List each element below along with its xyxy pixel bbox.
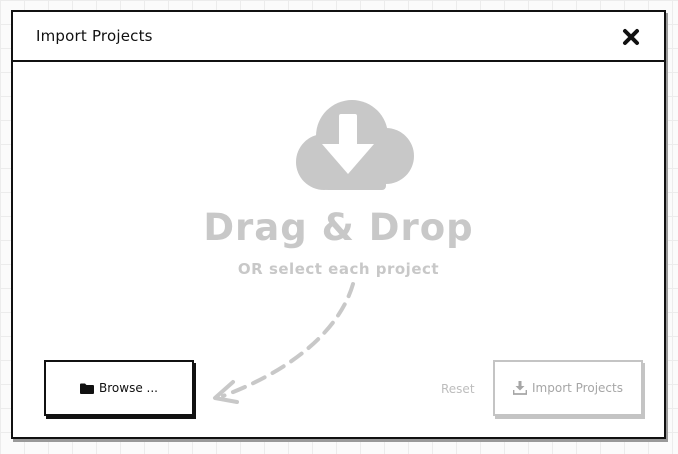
browse-button-label: Browse ...: [99, 381, 158, 395]
import-projects-dialog: Import Projects Drag & Drop OR select ea…: [11, 10, 666, 439]
dropzone-title: Drag & Drop: [203, 206, 474, 249]
dialog-header: Import Projects: [13, 12, 664, 62]
reset-link[interactable]: Reset: [441, 382, 475, 396]
browse-button[interactable]: Browse ...: [44, 360, 194, 416]
import-projects-button[interactable]: Import Projects: [493, 360, 643, 416]
close-icon[interactable]: [620, 26, 642, 48]
download-icon: [513, 381, 528, 395]
folder-icon: [80, 383, 95, 394]
dashed-arrow-icon: [213, 282, 355, 404]
dialog-title: Import Projects: [36, 27, 153, 45]
cloud-download-icon: [296, 100, 414, 190]
import-button-label: Import Projects: [532, 381, 623, 395]
